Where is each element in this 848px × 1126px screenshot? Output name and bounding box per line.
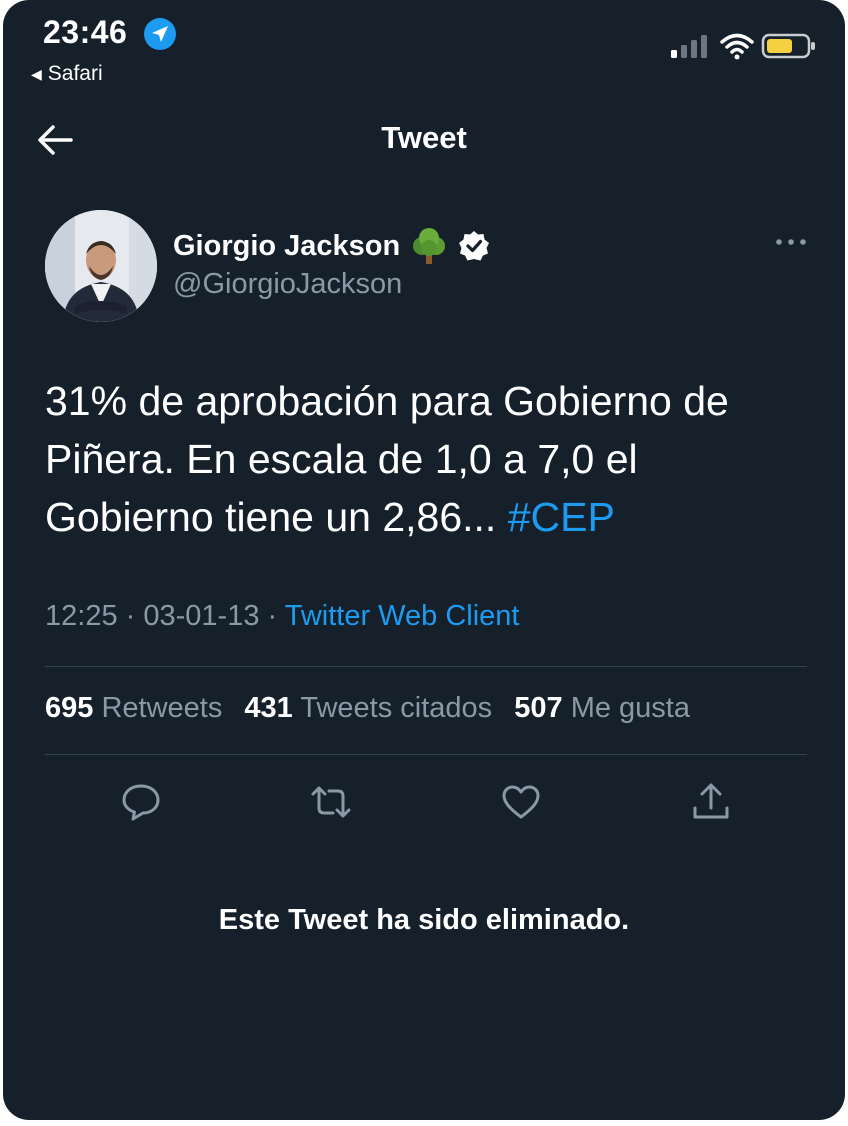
tweet-body: 31% de aprobación para Gobierno de Piñer… [45, 378, 729, 540]
status-time: 23:46 [43, 14, 128, 50]
tree-emoji-icon [413, 228, 446, 264]
avatar-image [45, 210, 157, 322]
tweet-date: 03-01-13 [143, 600, 260, 632]
quotes-stat[interactable]: 431 Tweets citados [244, 692, 492, 724]
meta-separator: · [259, 600, 285, 632]
phone-screen: 23:46 ◀ Safari Tweet Giorgio Jackson @Gi… [3, 0, 845, 1120]
tweet-time: 12:25 [45, 600, 118, 632]
retweets-count: 695 [45, 692, 94, 724]
retweets-label: Retweets [101, 692, 223, 724]
meta-separator: · [117, 600, 144, 632]
back-app-label: Safari [47, 62, 103, 85]
quotes-count: 431 [244, 692, 293, 724]
author-handle[interactable]: @GiorgioJackson [173, 268, 402, 301]
divider [45, 754, 807, 755]
divider [45, 666, 807, 667]
likes-count: 507 [514, 692, 563, 724]
wifi-icon [720, 33, 754, 60]
battery-icon [761, 33, 815, 59]
retweets-stat[interactable]: 695 Retweets [45, 692, 222, 724]
author-name-row[interactable]: Giorgio Jackson [173, 226, 490, 266]
more-options-icon[interactable] [773, 232, 809, 252]
reply-icon[interactable] [119, 780, 163, 824]
deleted-tweet-notice: Este Tweet ha sido eliminado. [218, 904, 630, 936]
location-arrow-icon [144, 18, 176, 50]
back-to-app-link[interactable]: ◀ Safari [31, 62, 103, 86]
tweet-meta: 12:25 · 03-01-13 · Twitter Web Client [45, 600, 519, 633]
cellular-signal-icon [671, 35, 707, 58]
verified-badge-icon [459, 231, 490, 261]
share-icon[interactable] [689, 780, 733, 824]
tweet-client-link[interactable]: Twitter Web Client [285, 600, 520, 632]
hashtag-link[interactable]: #CEP [508, 494, 615, 540]
tweet-text: 31% de aprobación para Gobierno de Piñer… [45, 372, 805, 546]
quotes-label: Tweets citados [300, 692, 493, 724]
tweet-stats: 695 Retweets 431 Tweets citados 507 Me g… [45, 692, 690, 725]
retweet-icon[interactable] [309, 780, 353, 824]
author-name[interactable]: Giorgio Jackson [173, 230, 400, 263]
like-icon[interactable] [499, 780, 543, 824]
likes-stat[interactable]: 507 Me gusta [514, 692, 690, 724]
likes-label: Me gusta [570, 692, 690, 724]
back-triangle-icon: ◀ [31, 65, 42, 82]
avatar[interactable] [45, 210, 157, 322]
page-title: Tweet [381, 120, 467, 155]
